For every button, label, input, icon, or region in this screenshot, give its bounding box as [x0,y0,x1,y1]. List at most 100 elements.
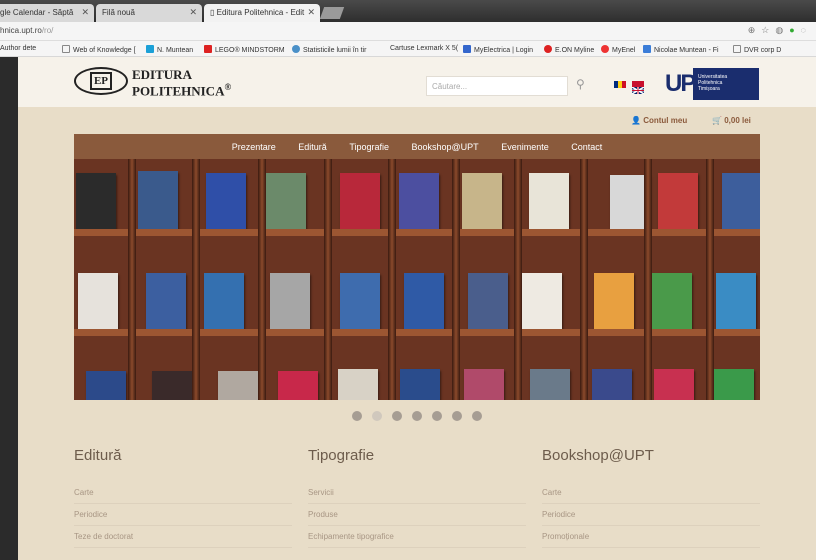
extension-icon[interactable]: ● [789,25,800,35]
footer-column-tipografie: Tipografie Servicii Produse Echipamente … [308,447,526,548]
site-icon [601,45,609,53]
footer-link[interactable]: Teze de doctorat [74,526,292,548]
user-icon: 👤 [631,116,641,125]
bookmark-label: LEGO® MINDSTORM [215,47,285,54]
bookmark-label: Statisticile lumii în tir [303,47,367,54]
book-cover [529,173,569,229]
main-nav: Prezentare Editură Tipografie Bookshop@U… [74,134,760,159]
slider-dot[interactable] [452,411,462,421]
book-cover [340,273,380,329]
lego-icon [204,45,212,53]
upt-line: Timișoara [698,86,720,92]
bookmark-item[interactable]: MyEnel [601,45,635,54]
nav-item-editura[interactable]: Editură [298,142,327,152]
book-cover [654,369,694,400]
tab-title: Filă nouă [102,8,135,17]
star-icon[interactable]: ☆ [761,25,775,35]
registered-mark: ® [224,82,232,92]
footer-link[interactable]: Produse [308,504,526,526]
bookmark-item[interactable]: Statisticile lumii în tir [292,45,366,54]
slider-dot[interactable] [392,411,402,421]
logo-text[interactable]: EDITURA POLITEHNICA® [132,68,231,97]
cart-link[interactable]: 🛒 0,00 lei [712,116,751,125]
account-label: Contul meu [643,116,688,125]
book-cover [404,273,444,329]
book-cover [530,369,570,400]
slider-dot[interactable] [432,411,442,421]
bookmark-item[interactable]: LEGO® MINDSTORM [204,45,285,54]
slider-dot[interactable] [412,411,422,421]
page-icon: ▯ [210,8,217,17]
book-cover [658,173,698,229]
zoom-icon[interactable]: ⊕ [748,25,762,35]
close-icon[interactable]: ✕ [189,7,197,18]
search-icon[interactable]: ⚲ [576,77,585,91]
footer-link[interactable]: Carte [542,482,760,504]
book-cover [714,369,754,400]
search-input[interactable]: Căutare... [426,76,568,96]
bookmark-item[interactable]: Cartuse Lexmark X 5( [390,45,458,52]
book-cover [278,371,318,400]
cart-icon: 🛒 [712,116,722,125]
tab-calendar[interactable]: gle Calendar - Săptă ✕ [0,4,94,22]
footer-column-editura: Editură Carte Periodice Teze de doctorat [74,447,292,548]
bookmark-item[interactable]: Nicolae Muntean - Fi [643,45,719,54]
nav-item-contact[interactable]: Contact [571,142,602,152]
shelf-divider [324,159,332,400]
tab-editura[interactable]: ▯ Editura Politehnica - Edit ✕ [204,4,320,22]
flag-english-icon[interactable] [631,81,645,95]
slider-dot[interactable] [372,411,382,421]
book-cover [146,273,186,329]
address-bar[interactable]: hnica.upt.ro/ro/ ⊕☆◍●◌ [0,22,816,41]
slider-dot[interactable] [472,411,482,421]
shelf-divider [452,159,460,400]
footer-link[interactable]: Echipamente tipografice [308,526,526,548]
bookmark-item[interactable]: N. Muntean [146,45,193,54]
account-link[interactable]: 👤 Contul meu [631,116,687,125]
tab-title: Editura Politehnica - Edit [216,8,305,17]
url-path: /ro/ [41,26,54,35]
logo-line2: POLITEHNICA [132,83,225,99]
book-cover [592,369,632,400]
logo-line1: EDITURA [132,67,192,82]
slider-dot[interactable] [352,411,362,421]
close-icon[interactable]: ✕ [81,7,89,18]
tab-title: gle Calendar - Săptă [0,8,74,17]
bookmark-label: N. Muntean [157,47,194,54]
bookmarks-bar: Author dete Web of Knowledge [ N. Muntea… [0,41,816,57]
bookmark-label: E.ON Myline [555,47,595,54]
site-logo[interactable]: EP [74,67,128,95]
nav-item-bookshop[interactable]: Bookshop@UPT [412,142,479,152]
footer-link[interactable]: Promoționale [542,526,760,548]
url-text[interactable]: hnica.upt.ro/ro/ [0,26,53,35]
bookmark-item[interactable]: Web of Knowledge [ [62,45,136,54]
close-icon[interactable]: ✕ [307,7,315,18]
footer-link[interactable]: Carte [74,482,292,504]
extension-icon[interactable]: ◌ [801,25,812,35]
footer-link[interactable]: Servicii [308,482,526,504]
flag-romanian-icon[interactable] [614,81,626,88]
new-tab-button[interactable] [319,7,345,19]
nav-item-tipografie[interactable]: Tipografie [349,142,389,152]
footer-link[interactable]: Periodice [74,504,292,526]
bookmark-item[interactable]: Author dete [0,45,36,52]
footer-link[interactable]: Periodice [542,504,760,526]
site-header: EP EDITURA POLITEHNICA® Căutare... ⚲ UPT… [18,57,816,107]
book-cover [652,273,692,329]
page-icon [733,45,741,53]
extension-icon[interactable]: ◍ [775,25,789,35]
cart-amount: 0,00 lei [724,116,751,125]
tab-new[interactable]: Filă nouă ✕ [96,4,202,22]
book-cover [152,371,192,400]
bookmark-item[interactable]: MyElectrica | Login [463,45,533,54]
nav-item-prezentare[interactable]: Prezentare [232,142,276,152]
bookmark-item[interactable]: E.ON Myline [544,45,594,54]
book-cover [522,273,562,329]
flag-uk-svg [631,86,645,95]
logo-mark: EP [90,72,112,90]
hero-banner-bookshelf[interactable] [74,159,760,400]
bookmark-item[interactable]: DVR corp D [733,45,781,54]
upt-logo[interactable]: UPT Universitatea Politehnica Timișoara [665,68,759,100]
nav-item-evenimente[interactable]: Evenimente [501,142,549,152]
book-cover [722,173,760,229]
